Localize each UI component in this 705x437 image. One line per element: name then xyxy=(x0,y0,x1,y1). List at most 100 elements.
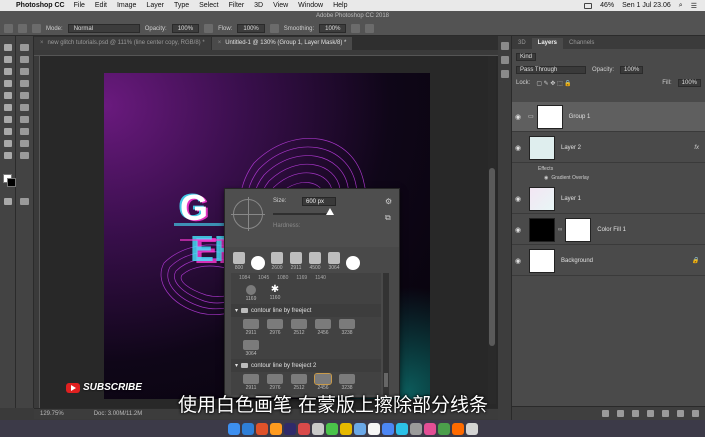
lasso-tool-icon[interactable] xyxy=(20,56,29,63)
app-icon[interactable] xyxy=(325,422,338,435)
quick-mask-icon[interactable] xyxy=(4,198,12,205)
tab-untitled-document[interactable]: × Untitled-1 @ 130% (Group 1, Layer Mask/… xyxy=(211,37,353,50)
visibility-eye-icon[interactable]: ◉ xyxy=(512,226,524,234)
search-icon[interactable]: ⌕ xyxy=(679,2,683,10)
layer-row-layer-2[interactable]: ◉ Layer 2 fx xyxy=(512,133,705,163)
background-color-swatch[interactable] xyxy=(7,178,16,187)
eraser-tool-icon[interactable] xyxy=(20,104,29,111)
hand-tool-icon[interactable] xyxy=(20,152,29,159)
quick-select-tool-icon[interactable] xyxy=(4,68,12,75)
app-menu[interactable]: Photoshop CC xyxy=(16,2,65,9)
finder-icon[interactable] xyxy=(227,422,240,435)
brush-number[interactable]: 1045 xyxy=(258,275,269,281)
eyedropper-tool-icon[interactable] xyxy=(4,80,12,87)
clock[interactable]: Sen 1 Jul 23.06 xyxy=(622,2,671,9)
brush-tool-icon[interactable] xyxy=(4,24,13,33)
visibility-eye-icon[interactable]: ◉ xyxy=(512,144,524,152)
clone-stamp-icon[interactable] xyxy=(20,92,29,99)
document-size[interactable]: Doc: 3.00M/11.2M xyxy=(94,411,143,417)
visibility-eye-icon[interactable]: ◉ xyxy=(512,195,524,203)
menu-window[interactable]: Window xyxy=(298,2,323,9)
path-select-icon[interactable] xyxy=(4,140,12,147)
brush-preset[interactable]: 2456 xyxy=(313,319,333,336)
fill-thumbnail[interactable] xyxy=(529,217,555,242)
flow-field[interactable]: 100% xyxy=(237,24,265,33)
layer-row-group-1[interactable]: ◉ ▭ Group 1 xyxy=(512,102,705,132)
menu-list-icon[interactable]: ☰ xyxy=(691,2,697,10)
visibility-eye-icon[interactable]: ◉ xyxy=(512,113,524,121)
app-icon[interactable] xyxy=(409,422,422,435)
add-mask-icon[interactable] xyxy=(632,410,639,417)
brush-preset[interactable]: 2512 xyxy=(289,374,309,391)
menu-edit[interactable]: Edit xyxy=(95,2,107,9)
layer-row-layer-1[interactable]: ◉ Layer 1 xyxy=(512,184,705,214)
disclosure-triangle-icon[interactable]: ▾ xyxy=(235,307,238,314)
brush-preset-icon[interactable] xyxy=(18,24,27,33)
layer-row-color-fill-1[interactable]: ◉ ∞ Color Fill 1 xyxy=(512,215,705,245)
battery-status[interactable]: 46% xyxy=(600,2,614,9)
trash-icon[interactable] xyxy=(465,422,478,435)
effect-eye-icon[interactable]: ◉ xyxy=(544,175,548,181)
brush-preset-selected[interactable]: 2456 xyxy=(313,373,333,391)
layer-effects-icon[interactable]: fx xyxy=(694,145,699,151)
brush-list-scrollbar[interactable] xyxy=(383,273,389,395)
brush-preset[interactable]: 1169 xyxy=(241,285,261,302)
layer-row-background[interactable]: ◉ Background 🔒 xyxy=(512,246,705,276)
app-icon[interactable] xyxy=(451,422,464,435)
recent-brush[interactable]: 2911 xyxy=(288,252,304,271)
new-layer-icon[interactable] xyxy=(677,410,684,417)
adjustments-panel-icon[interactable] xyxy=(501,70,509,78)
size-slider-knob[interactable] xyxy=(326,208,334,215)
lock-icon[interactable]: 🔒 xyxy=(692,257,699,264)
crop-tool-icon[interactable] xyxy=(20,68,29,75)
recent-brush[interactable]: 4500 xyxy=(307,252,323,271)
dodge-tool-icon[interactable] xyxy=(20,116,29,123)
app-icon[interactable] xyxy=(255,422,268,435)
brush-number[interactable]: 1084 xyxy=(239,275,250,281)
recent-brush[interactable] xyxy=(250,256,266,271)
link-layers-icon[interactable] xyxy=(602,410,609,417)
smoothing-field[interactable]: 100% xyxy=(319,24,347,33)
effects-row[interactable]: Effects xyxy=(512,164,705,173)
brush-tool-icon[interactable] xyxy=(4,92,12,99)
marquee-tool-icon[interactable] xyxy=(4,56,12,63)
menu-3d[interactable]: 3D xyxy=(254,2,263,9)
visibility-eye-icon[interactable]: ◉ xyxy=(512,257,524,265)
disclosure-triangle-icon[interactable]: ▾ xyxy=(235,362,238,369)
menu-image[interactable]: Image xyxy=(117,2,136,9)
scrollbar-thumb[interactable] xyxy=(384,373,388,387)
menu-file[interactable]: File xyxy=(74,2,85,9)
brush-number[interactable]: 1080 xyxy=(277,275,288,281)
recent-brush[interactable] xyxy=(345,256,361,271)
illustrator-icon[interactable] xyxy=(269,422,282,435)
properties-panel-icon[interactable] xyxy=(501,56,509,64)
layer-fill-field[interactable]: 100% xyxy=(677,79,701,87)
spot-heal-icon[interactable] xyxy=(20,80,29,87)
close-icon[interactable]: × xyxy=(218,40,222,46)
mode-select[interactable]: Normal xyxy=(67,24,140,33)
brush-number[interactable]: 1140 xyxy=(315,275,326,281)
history-brush-icon[interactable] xyxy=(4,104,12,111)
new-group-icon[interactable] xyxy=(662,410,669,417)
premiere-icon[interactable] xyxy=(283,422,296,435)
photoshop-icon[interactable] xyxy=(241,422,254,435)
adjustment-layer-icon[interactable] xyxy=(647,410,654,417)
gradient-overlay-row[interactable]: ◉ Gradient Overlay xyxy=(512,173,705,182)
app-icon[interactable] xyxy=(437,422,450,435)
brush-preset[interactable]: ✱ 1160 xyxy=(265,285,285,302)
menu-view[interactable]: View xyxy=(273,2,288,9)
layer-mask-thumbnail[interactable] xyxy=(536,104,563,129)
layer-opacity-field[interactable]: 100% xyxy=(620,66,644,74)
chain-link-icon[interactable]: ∞ xyxy=(558,227,562,233)
app-icon[interactable] xyxy=(367,422,380,435)
recent-brush[interactable]: 3064 xyxy=(326,252,342,271)
tab-glitch-document[interactable]: × new glitch tutorials.psd @ 111% (line c… xyxy=(34,37,211,50)
menu-layer[interactable]: Layer xyxy=(146,2,164,9)
brush-preset[interactable]: 2911 xyxy=(241,319,261,336)
menu-type[interactable]: Type xyxy=(174,2,189,9)
brush-preset[interactable]: 2976 xyxy=(265,374,285,391)
brush-preset[interactable]: 2976 xyxy=(265,319,285,336)
menu-filter[interactable]: Filter xyxy=(229,2,245,9)
app-icon[interactable] xyxy=(395,422,408,435)
app-icon[interactable] xyxy=(381,422,394,435)
